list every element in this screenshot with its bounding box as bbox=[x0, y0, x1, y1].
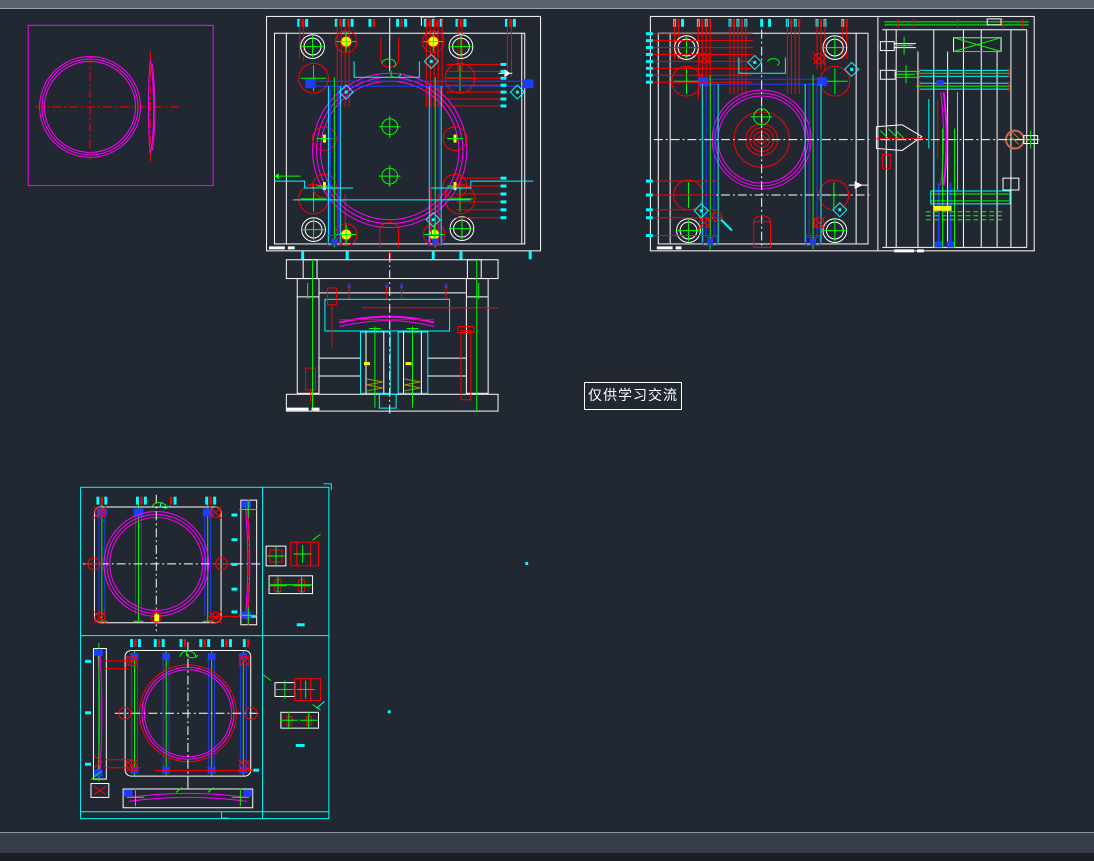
plate-bar bbox=[203, 505, 213, 622]
window-footer-edge bbox=[0, 853, 1094, 861]
cad-application-window: 仅供学习交流 bbox=[0, 0, 1094, 861]
view-caption-mark bbox=[894, 249, 924, 252]
cavity-circle-moving-half bbox=[313, 73, 467, 227]
horizontal-bolt bbox=[916, 68, 1011, 78]
detail-part bbox=[263, 675, 320, 711]
moving-half-plan-view bbox=[267, 16, 541, 259]
plate-bar bbox=[97, 505, 107, 622]
view-caption-mark bbox=[657, 246, 682, 249]
fixed-half-side-section-view bbox=[876, 19, 1039, 252]
stray-point bbox=[388, 710, 391, 713]
part-front-side-view bbox=[28, 25, 213, 185]
lens-section bbox=[339, 308, 498, 327]
detail-part bbox=[280, 701, 325, 729]
plate-front-profile-view bbox=[123, 784, 253, 808]
window-titlebar[interactable] bbox=[0, 0, 1094, 9]
plate-bottom-view bbox=[105, 639, 261, 784]
plate-detail-sheet bbox=[80, 484, 331, 819]
latch-key bbox=[712, 212, 732, 231]
side-bolt bbox=[880, 37, 916, 55]
watermark-text: 仅供学习交流 bbox=[588, 389, 678, 403]
ejector-tower bbox=[398, 327, 428, 408]
detail-part bbox=[269, 576, 313, 595]
cad-canvas[interactable] bbox=[0, 9, 1094, 832]
ejector-tower bbox=[361, 327, 391, 408]
window-statusband bbox=[0, 832, 1094, 854]
detail-part bbox=[266, 534, 320, 566]
stray-point bbox=[525, 562, 528, 565]
view-caption-mark bbox=[287, 408, 320, 411]
watermark-box: 仅供学习交流 bbox=[584, 382, 682, 410]
plate-left-side-view bbox=[85, 643, 109, 797]
view-caption-mark bbox=[269, 246, 295, 249]
eyebolt-cross-box bbox=[954, 38, 1001, 52]
plate-side-view bbox=[231, 499, 257, 626]
moving-half-section-view bbox=[286, 253, 498, 415]
horizontal-bolt bbox=[916, 81, 1011, 91]
